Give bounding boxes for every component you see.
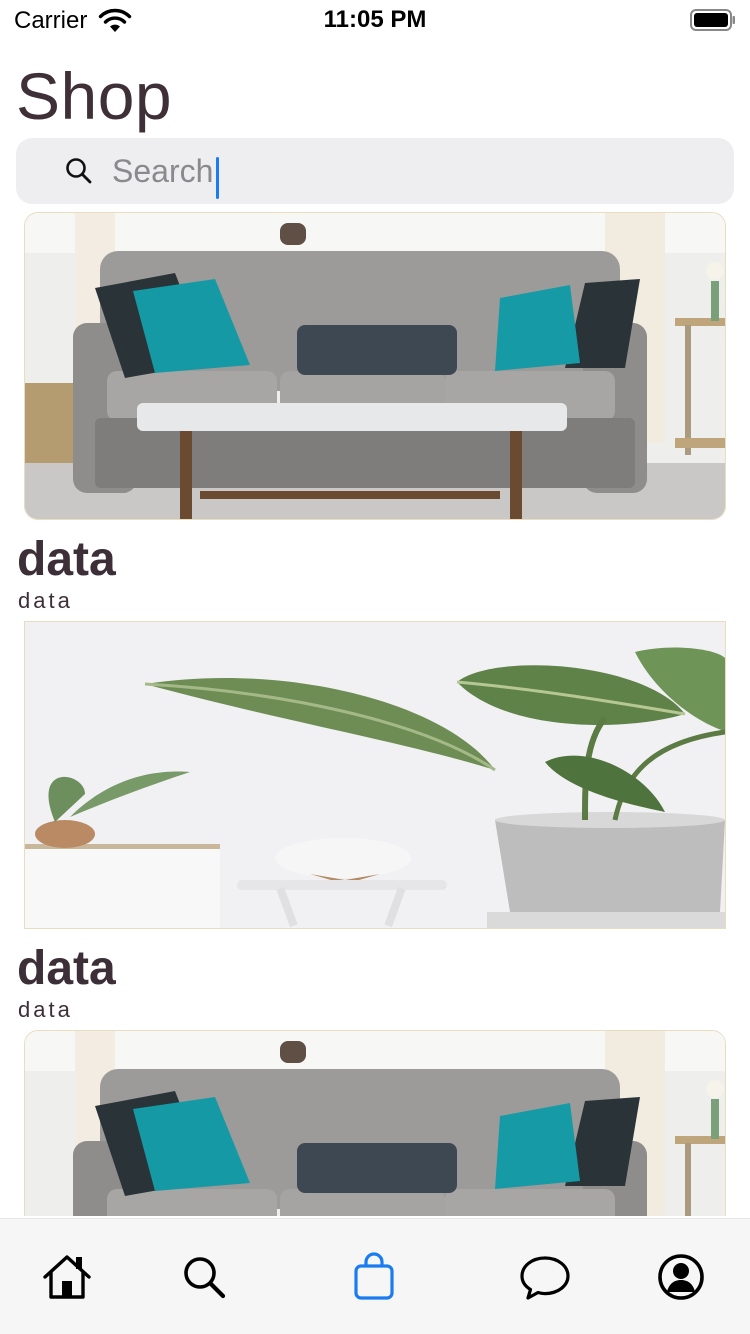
battery-icon: [690, 9, 735, 31]
product-image-sofa[interactable]: [24, 212, 726, 520]
product-image-sofa[interactable]: [24, 1030, 726, 1216]
tab-bar: [0, 1218, 750, 1334]
product-feed[interactable]: data data data data: [0, 212, 750, 1216]
tab-shop[interactable]: [346, 1249, 402, 1305]
status-bar: Carrier 11:05 PM: [0, 0, 750, 40]
status-time: 11:05 PM: [323, 6, 427, 33]
search-input[interactable]: [112, 148, 712, 194]
product-title: data: [17, 942, 116, 995]
product-title: data: [17, 533, 116, 586]
chat-bubble-icon: [520, 1256, 570, 1300]
page-title: Shop: [16, 59, 173, 133]
product-subtitle: data: [18, 588, 73, 613]
search-icon: [184, 1257, 226, 1299]
shopping-bag-icon: [354, 1252, 394, 1300]
search-bar[interactable]: [16, 138, 734, 204]
product-image-plant[interactable]: [24, 621, 726, 929]
tab-home[interactable]: [39, 1249, 95, 1305]
search-icon: [66, 158, 92, 184]
text-cursor: [216, 157, 219, 199]
home-icon: [43, 1255, 91, 1299]
product-subtitle: data: [18, 997, 73, 1022]
tab-search[interactable]: [176, 1249, 232, 1305]
profile-icon: [658, 1254, 704, 1300]
tab-profile[interactable]: [653, 1249, 709, 1305]
tab-messages[interactable]: [517, 1249, 573, 1305]
